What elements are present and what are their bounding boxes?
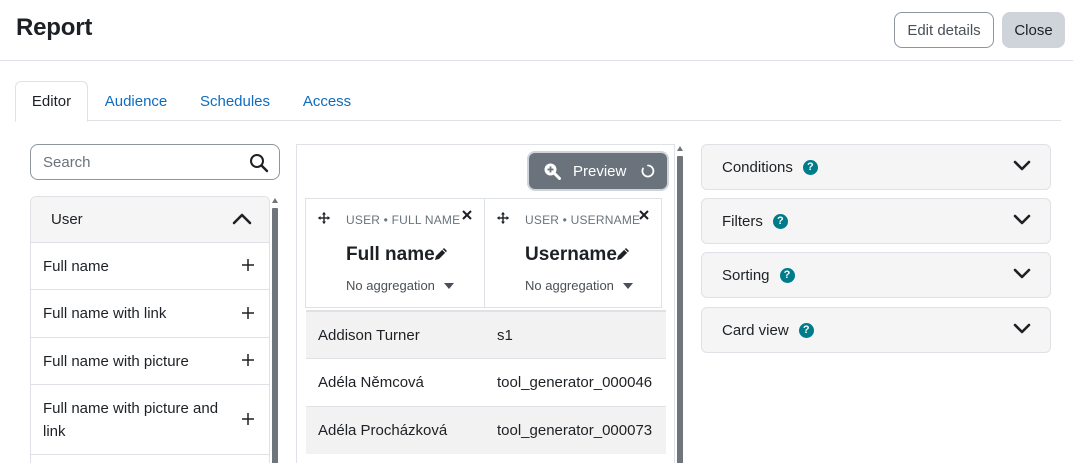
chevron-up-icon[interactable] — [231, 211, 253, 227]
card-view-section[interactable]: Card view ? — [701, 307, 1051, 353]
column-header-full-name: USER • FULL NAME Full name No aggregatio… — [305, 198, 485, 308]
tab-editor[interactable]: Editor — [15, 81, 88, 122]
cell-username: tool_generator_000073 — [497, 422, 653, 439]
page-title: Report — [16, 14, 93, 41]
help-icon[interactable]: ? — [802, 159, 818, 175]
column-kicker: USER • USERNAME — [525, 213, 641, 227]
field-item-full-name-with-picture[interactable]: Full name with picture — [31, 338, 269, 385]
group-title: User — [51, 211, 83, 228]
report-preview-area: Preview USER • FULL NAME Full name No ag… — [296, 144, 675, 463]
field-item-full-name[interactable]: Full name — [31, 243, 269, 290]
caret-down-icon[interactable] — [444, 283, 454, 289]
caret-down-icon[interactable] — [623, 283, 633, 289]
field-item-full-name-with-picture-and-link[interactable]: Full name with picture and link — [31, 385, 269, 455]
column-header-username: USER • USERNAME Username No aggregation — [484, 198, 662, 308]
help-icon[interactable]: ? — [772, 213, 788, 229]
field-item-label: Full name with picture and link — [43, 399, 219, 440]
move-icon[interactable] — [318, 212, 330, 224]
chevron-down-icon[interactable] — [1012, 322, 1032, 336]
field-item-label: Full name — [43, 257, 109, 275]
header-divider — [0, 60, 1073, 61]
edit-pencil-icon[interactable] — [433, 246, 449, 262]
close-button[interactable]: Close — [1002, 12, 1065, 48]
field-item-label: Full name with link — [43, 305, 167, 322]
field-item-full-name-with-link[interactable]: Full name with link — [31, 290, 269, 338]
conditions-section[interactable]: Conditions ? — [701, 144, 1051, 190]
report-scrollbar[interactable] — [676, 146, 684, 463]
sorting-section[interactable]: Sorting ? — [701, 252, 1051, 298]
report-scroll-thumb[interactable] — [677, 156, 683, 463]
filters-section[interactable]: Filters ? — [701, 198, 1051, 244]
chevron-down-icon[interactable] — [1012, 267, 1032, 281]
sidebar-scroll-thumb[interactable] — [272, 208, 278, 463]
column-title: Username — [525, 244, 617, 265]
cell-username: s1 — [497, 327, 513, 344]
edit-pencil-icon[interactable] — [615, 246, 631, 262]
plus-icon — [242, 354, 254, 366]
plus-icon — [242, 259, 254, 271]
cell-full-name: Adéla Procházková — [318, 422, 448, 439]
section-label: Sorting — [722, 266, 770, 284]
preview-label: Preview — [573, 162, 627, 180]
aggregation-select[interactable]: No aggregation — [525, 278, 614, 293]
tab-bar: Editor Audience Schedules Access — [15, 81, 1061, 122]
search-input[interactable] — [32, 146, 242, 178]
cell-username: tool_generator_000046 — [497, 374, 653, 391]
remove-column-icon[interactable] — [639, 210, 649, 220]
field-item-label: Full name with picture — [43, 352, 189, 370]
sidebar-scrollbar[interactable] — [271, 198, 279, 463]
scroll-up-arrow-icon[interactable] — [272, 198, 278, 203]
scroll-up-arrow-icon[interactable] — [677, 146, 683, 151]
cell-full-name: Adéla Němcová — [318, 374, 424, 391]
report-table-body: Addison Turner s1 Adéla Němcová tool_gen… — [306, 310, 666, 454]
move-icon[interactable] — [497, 212, 509, 224]
search-icon[interactable] — [249, 153, 269, 173]
group-header-user[interactable]: User — [31, 197, 269, 243]
column-title: Full name — [346, 244, 435, 265]
zoom-in-icon — [544, 163, 561, 180]
search-box — [30, 144, 280, 180]
section-label: Card view — [722, 321, 789, 339]
cell-full-name: Addison Turner — [318, 327, 420, 344]
help-icon[interactable]: ? — [779, 267, 795, 283]
tab-audience[interactable]: Audience — [91, 81, 181, 121]
plus-icon — [242, 306, 254, 319]
preview-button[interactable]: Preview — [529, 153, 667, 189]
table-row: Adéla Němcová tool_generator_000046 — [306, 358, 666, 406]
column-kicker: USER • FULL NAME — [346, 213, 461, 227]
table-row: Addison Turner s1 — [306, 310, 666, 358]
aggregation-select[interactable]: No aggregation — [346, 278, 435, 293]
section-label: Conditions — [722, 158, 793, 176]
remove-column-icon[interactable] — [462, 210, 472, 220]
help-icon[interactable]: ? — [798, 322, 814, 338]
plus-icon — [242, 412, 254, 425]
chevron-down-icon[interactable] — [1012, 213, 1032, 227]
edit-details-button[interactable]: Edit details — [894, 12, 994, 48]
section-label: Filters — [722, 212, 763, 230]
spinner-icon — [641, 164, 655, 178]
chevron-down-icon[interactable] — [1012, 159, 1032, 173]
tab-schedules[interactable]: Schedules — [187, 81, 283, 121]
tab-access[interactable]: Access — [291, 81, 363, 121]
table-row: Adéla Procházková tool_generator_000073 — [306, 406, 666, 454]
user-field-group: User Full name Full name with link Full … — [30, 196, 270, 463]
